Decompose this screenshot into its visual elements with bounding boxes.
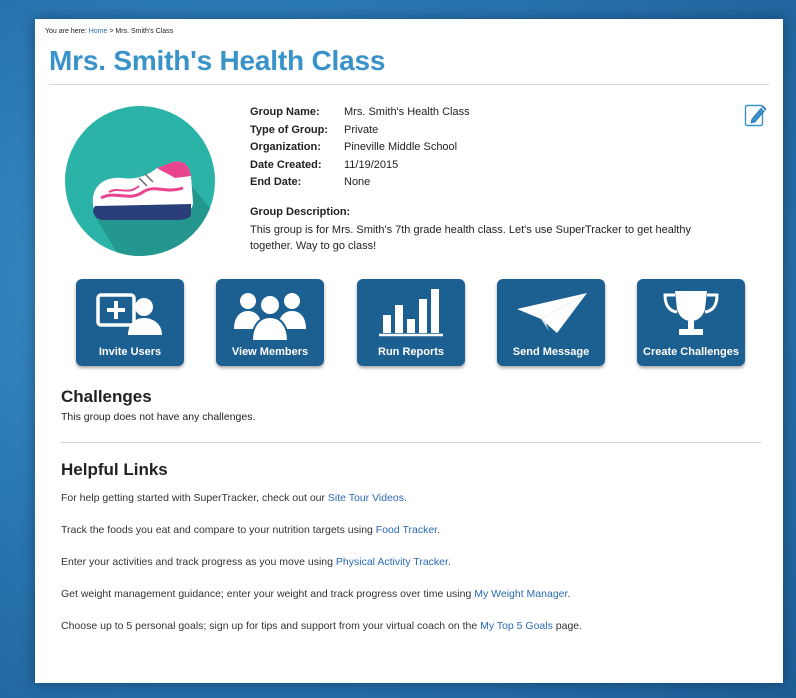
tile-label: Run Reports	[378, 346, 444, 358]
main-panel: You are here: Home > Mrs. Smith's Class …	[35, 19, 783, 683]
breadcrumb-current: Mrs. Smith's Class	[115, 28, 174, 35]
detail-value: Mrs. Smith's Health Class	[344, 106, 470, 118]
breadcrumb-home-link[interactable]: Home	[89, 28, 108, 35]
invite-users-button[interactable]: Invite Users	[76, 279, 184, 366]
detail-label: End Date:	[250, 176, 302, 188]
help-line-physical-activity: Enter your activities and track progress…	[61, 556, 451, 568]
help-text: Track the foods you eat and compare to y…	[61, 524, 376, 536]
breadcrumb-prefix: You are here:	[45, 28, 87, 35]
help-text: Enter your activities and track progress…	[61, 556, 336, 568]
physical-activity-tracker-link[interactable]: Physical Activity Tracker	[336, 556, 448, 568]
detail-value: Pineville Middle School	[344, 141, 458, 153]
detail-value: Private	[344, 123, 379, 136]
detail-row-date-created: Date Created: 11/19/2015	[250, 157, 470, 175]
tile-label: View Members	[231, 346, 309, 358]
food-tracker-link[interactable]: Food Tracker	[376, 524, 437, 536]
challenges-empty-text: This group does not have any challenges.	[61, 411, 256, 423]
my-top-5-goals-link[interactable]: My Top 5 Goals	[480, 620, 553, 632]
help-text: Get weight management guidance; enter yo…	[61, 588, 475, 600]
help-text-end: page.	[552, 620, 583, 632]
detail-row-end-date: End Date: None	[250, 174, 470, 192]
create-challenges-button[interactable]: Create Challenges	[637, 279, 745, 366]
detail-label: Group Name:	[250, 106, 320, 118]
help-text-end: .	[404, 492, 407, 504]
view-members-button[interactable]: View Members	[216, 279, 324, 366]
title-divider	[49, 84, 769, 85]
page-title: Mrs. Smith's Health Class	[49, 45, 386, 76]
detail-label: Date Created:	[250, 158, 322, 171]
run-reports-button[interactable]: Run Reports	[357, 279, 465, 366]
breadcrumb-separator: >	[109, 28, 114, 35]
site-tour-videos-link[interactable]: Site Tour Videos	[328, 492, 404, 504]
detail-value: 11/19/2015	[344, 158, 399, 171]
paper-plane-icon	[517, 293, 587, 333]
help-line-site-tour: For help getting started with SuperTrack…	[61, 492, 407, 504]
add-user-icon	[96, 293, 162, 335]
detail-label: Organization:	[250, 141, 321, 153]
detail-row-group-name: Group Name: Mrs. Smith's Health Class	[250, 104, 470, 122]
group-icon	[234, 293, 306, 341]
pencil-edit-icon[interactable]	[744, 102, 768, 128]
breadcrumb: You are here: Home > Mrs. Smith's Class	[45, 28, 173, 35]
help-line-top-goals: Choose up to 5 personal goals; sign up f…	[61, 620, 582, 632]
sneaker-icon	[65, 106, 215, 256]
tile-label: Send Message	[512, 346, 590, 358]
help-text-end: .	[447, 556, 451, 568]
bar-chart-icon	[379, 289, 443, 337]
description-text: This group is for Mrs. Smith's 7th grade…	[250, 224, 691, 252]
detail-row-organization: Organization: Pineville Middle School	[250, 139, 470, 157]
trophy-icon	[663, 291, 719, 335]
tile-label: Create Challenges	[643, 346, 739, 358]
detail-value: None	[344, 176, 371, 188]
detail-label: Type of Group:	[250, 123, 329, 136]
group-details: Group Name: Mrs. Smith's Health Class Typ…	[250, 104, 470, 192]
description-label: Group Description:	[250, 206, 351, 218]
section-divider	[61, 442, 761, 443]
help-text: For help getting started with SuperTrack…	[61, 492, 328, 504]
detail-row-type: Type of Group: Private	[250, 122, 470, 140]
tile-label: Invite Users	[98, 346, 162, 358]
helpful-links-heading: Helpful Links	[61, 460, 168, 479]
help-text-end: .	[437, 524, 440, 536]
help-line-food-tracker: Track the foods you eat and compare to y…	[61, 524, 440, 536]
help-text: Choose up to 5 personal goals; sign up f…	[61, 620, 481, 632]
my-weight-manager-link[interactable]: My Weight Manager	[474, 588, 567, 600]
help-line-weight-manager: Get weight management guidance; enter yo…	[61, 588, 570, 600]
send-message-button[interactable]: Send Message	[497, 279, 605, 366]
help-text-end: .	[567, 588, 571, 600]
challenges-heading: Challenges	[61, 387, 152, 406]
